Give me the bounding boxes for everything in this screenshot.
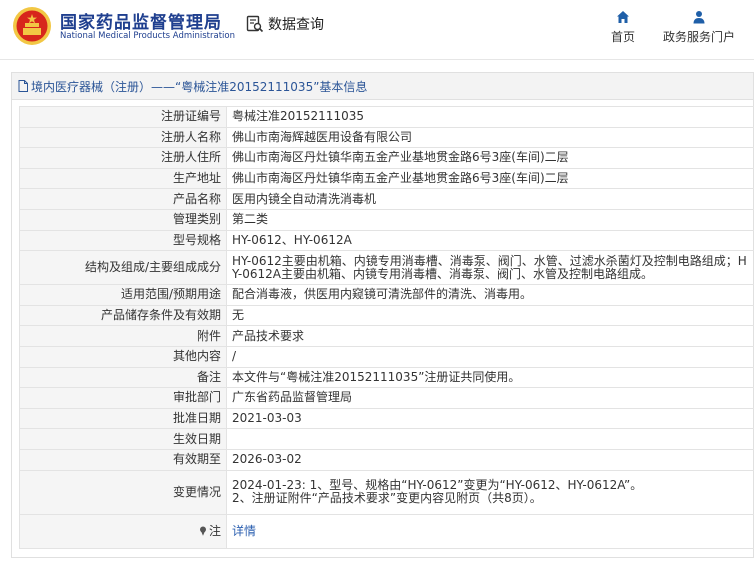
change-line-2: 2、注册证附件“产品技术要求”变更内容见附页（共8页）。 [232,491,542,505]
row-label: 附件 [19,325,227,347]
row-label: 注册人住所 [19,147,227,169]
panel-title: 境内医疗器械（注册）——“粤械注准20152111035”基本信息 [12,73,753,100]
details-link[interactable]: 详情 [232,524,256,538]
table-row: 注册人名称 佛山市南海辉越医用设备有限公司 [19,126,754,149]
row-value [226,428,754,450]
row-value: 产品技术要求 [226,325,754,347]
table-row: 管理类别 第二类 [19,208,754,231]
panel-title-text: 境内医疗器械（注册）——“粤械注准20152111035”基本信息 [31,79,368,94]
table-row: 批准日期 2021-03-03 [19,407,754,430]
row-label: 审批部门 [19,387,227,409]
home-icon [617,11,629,23]
row-label: 变更情况 [19,469,227,515]
row-label: 备注 [19,366,227,389]
row-value: 2021-03-03 [226,407,754,430]
nav-home[interactable]: 首页 [606,10,640,45]
row-label: 注册人名称 [19,126,227,149]
table-row: 注册人住所 佛山市南海区丹灶镇华南五金产业基地贯金路6号3座(车间)二层 [19,147,754,169]
row-label: 产品储存条件及有效期 [19,304,227,327]
row-label: 注册证编号 [19,106,227,128]
row-value: 配合消毒液，供医用内窥镜可清洗部件的清洗、消毒用。 [226,284,754,306]
brand-title[interactable]: 国家药品监督管理局 [60,8,222,33]
document-icon [18,80,28,92]
row-value: HY-0612、HY-0612A [226,229,754,252]
data-query-icon [246,15,264,33]
row-value: 佛山市南海辉越医用设备有限公司 [226,126,754,149]
data-query-label: 数据查询 [268,17,324,33]
table-row: 适用范围/预期用途 配合消毒液，供医用内窥镜可清洗部件的清洗、消毒用。 [19,284,754,306]
table-row: 其他内容 / [19,345,754,368]
nav-service-portal-label: 政务服务门户 [662,30,735,44]
table-row: 附件 产品技术要求 [19,325,754,347]
row-value: 无 [226,304,754,327]
registration-info-table: 注册证编号 粤械注准20152111035 注册人名称 佛山市南海辉越医用设备有限公… [19,106,754,549]
site-header: 国家药品监督管理局 National Medical Products Admi… [0,0,754,60]
row-label: 型号规格 [19,229,227,252]
row-value: 医用内镜全自动清洗消毒机 [226,188,754,210]
row-value: 2026-03-02 [226,448,754,471]
row-value: / [226,345,754,368]
data-query-link[interactable]: 数据查询 [246,14,324,34]
row-value: 佛山市南海区丹灶镇华南五金产业基地贯金路6号3座(车间)二层 [226,147,754,169]
row-value: 佛山市南海区丹灶镇华南五金产业基地贯金路6号3座(车间)二层 [226,167,754,190]
table-row: 注 详情 [19,513,754,549]
row-label: 生产地址 [19,167,227,190]
table-row: 变更情况 2024-01-23: 1、型号、规格由“HY-0612”变更为“HY… [19,469,754,515]
table-row: 生效日期 [19,428,754,450]
row-label: 批准日期 [19,407,227,430]
note-label-cell: 注 [19,513,227,549]
row-label: 生效日期 [19,428,227,450]
row-label: 产品名称 [19,188,227,210]
user-icon [693,11,705,24]
table-row: 备注 本文件与“粤械注准20152111035”注册证共同使用。 [19,366,754,389]
row-label: 注 [208,523,221,538]
pin-icon [199,526,206,536]
brand-subtitle: National Medical Products Administration [60,31,235,41]
row-value: 详情 [226,513,754,549]
table-row: 产品名称 医用内镜全自动清洗消毒机 [19,188,754,210]
registration-info-panel: 境内医疗器械（注册）——“粤械注准20152111035”基本信息 注册证编号粤… [11,72,754,558]
row-label: 适用范围/预期用途 [19,284,227,306]
row-label: 管理类别 [19,208,227,231]
row-value: 2024-01-23: 1、型号、规格由“HY-0612”变更为“HY-0612… [226,469,754,515]
table-row: 有效期至 2026-03-02 [19,448,754,471]
table-row: 生产地址 佛山市南海区丹灶镇华南五金产业基地贯金路6号3座(车间)二层 [19,167,754,190]
row-label: 有效期至 [19,448,227,471]
row-value: HY-0612主要由机箱、内镜专用消毒槽、消毒泵、阀门、水管、过滤水杀菌灯及控制… [226,250,754,286]
table-row: 产品储存条件及有效期无 [19,304,754,327]
row-label: 结构及组成/主要组成成分 [19,250,227,286]
row-value: 广东省药品监督管理局 [226,387,754,409]
row-value: 粤械注准20152111035 [226,106,754,128]
table-row: 结构及组成/主要组成成分 HY-0612主要由机箱、内镜专用消毒槽、消毒泵、阀门、… [19,250,754,286]
table-row: 型号规格 HY-0612、HY-0612A [19,229,754,252]
table-row: 审批部门 广东省药品监督管理局 [19,387,754,409]
row-value: 第二类 [226,208,754,231]
row-label: 其他内容 [19,345,227,368]
row-value: 本文件与“粤械注准20152111035”注册证共同使用。 [226,366,754,389]
nav-service-portal[interactable]: 政务服务门户 [660,10,738,45]
table-row: 注册证编号 粤械注准20152111035 [19,106,754,128]
nav-home-label: 首页 [610,30,635,44]
nmpa-emblem-icon[interactable] [12,6,52,46]
